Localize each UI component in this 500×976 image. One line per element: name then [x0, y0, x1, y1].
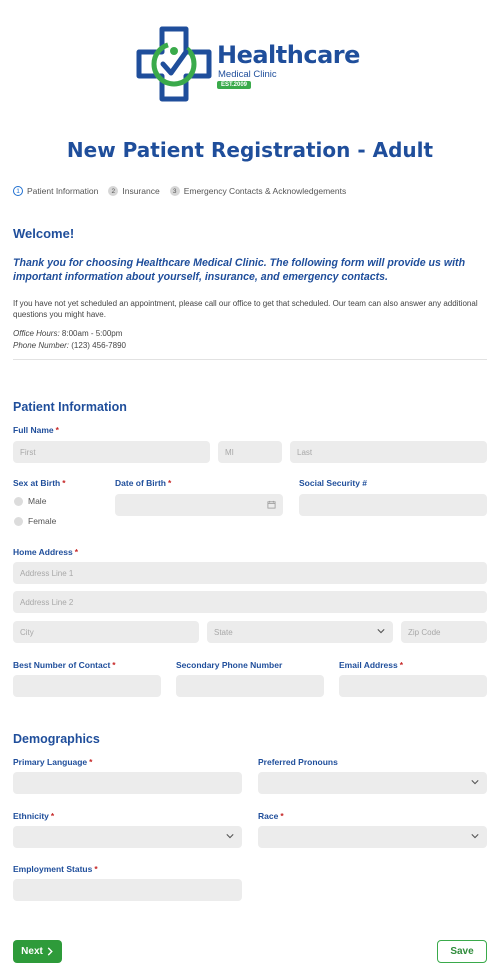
label-text: Date of Birth [115, 478, 166, 488]
step-label: Insurance [122, 186, 160, 196]
step-insurance[interactable]: 2 Insurance [108, 186, 160, 196]
label-text: Sex at Birth [13, 478, 61, 488]
middle-initial-input[interactable]: MI [218, 441, 282, 463]
step-patient-information[interactable]: 1 Patient Information [13, 186, 98, 196]
last-name-input[interactable]: Last [290, 441, 487, 463]
welcome-intro: Thank you for choosing Healthcare Medica… [13, 257, 466, 283]
radio-circle[interactable] [14, 516, 23, 526]
brand-est-badge: EST.2009 [217, 81, 252, 89]
required-mark: * [94, 864, 98, 874]
section-divider [13, 359, 487, 360]
ssn-input[interactable] [299, 494, 487, 516]
radio-label: Male [28, 496, 47, 506]
label-text: Employment Status [13, 864, 93, 874]
email-input[interactable] [339, 675, 487, 697]
best-number-label: Best Number of Contact * [13, 660, 116, 670]
preferred-pronouns-label: Preferred Pronouns [258, 757, 338, 767]
required-mark: * [74, 547, 78, 557]
phone-label: Phone Number: [13, 341, 70, 350]
required-mark: * [280, 811, 284, 821]
ssn-label: Social Security # [299, 478, 368, 488]
chevron-right-icon [47, 947, 53, 956]
office-info: Office Hours: 8:00am - 5:00pm Phone Numb… [13, 328, 126, 352]
secondary-phone-label: Secondary Phone Number [176, 660, 283, 670]
state-select[interactable]: State [207, 621, 393, 643]
label-text: Home Address [13, 547, 73, 557]
required-mark: * [399, 660, 404, 670]
chevron-down-icon [471, 834, 479, 839]
email-label: Email Address * [339, 660, 403, 670]
required-mark: * [55, 425, 59, 435]
required-mark: * [50, 811, 55, 821]
step-number: 3 [169, 186, 180, 196]
required-mark: * [62, 478, 66, 488]
next-button[interactable]: Next [13, 940, 62, 963]
brand-name: Healthcare [217, 41, 360, 69]
first-name-input[interactable]: First [13, 441, 210, 463]
step-emergency-contacts[interactable]: 3 Emergency Contacts & Acknowledgements [169, 186, 347, 196]
step-number: 2 [108, 186, 119, 196]
race-select[interactable] [258, 826, 487, 848]
ethnicity-select[interactable] [13, 826, 242, 848]
office-hours-label: Office Hours: [13, 329, 60, 338]
next-label: Next [21, 946, 43, 957]
chevron-down-icon [226, 834, 234, 839]
radio-circle[interactable] [14, 496, 23, 506]
label-text: Primary Language [13, 757, 88, 767]
welcome-note: If you have not yet scheduled an appoint… [13, 299, 478, 319]
page-title: New Patient Registration - Adult [66, 138, 434, 162]
label-text: Full Name [13, 425, 54, 435]
progress-steps: 1 Patient Information 2 Insurance 3 Emer… [13, 186, 356, 196]
phone-value: (123) 456-7890 [71, 341, 126, 350]
city-input[interactable]: City [13, 621, 199, 643]
sex-female-radio[interactable]: Female [14, 516, 56, 526]
state-placeholder: State [214, 627, 233, 637]
brand-subtitle: Medical Clinic [218, 69, 277, 80]
employment-status-input[interactable] [13, 879, 242, 901]
chevron-down-icon [471, 780, 479, 785]
chevron-down-icon [377, 629, 385, 634]
dob-input[interactable] [115, 494, 283, 516]
best-number-input[interactable] [13, 675, 161, 697]
required-mark: * [89, 757, 93, 767]
clinic-logo: Healthcare Medical Clinic EST.2009 [136, 26, 366, 102]
demographics-heading: Demographics [13, 732, 100, 746]
address-line2-input[interactable]: Address Line 2 [13, 591, 487, 613]
preferred-pronouns-select[interactable] [258, 772, 487, 794]
race-label: Race * [258, 811, 284, 821]
dob-label: Date of Birth * [115, 478, 171, 488]
step-label: Patient Information [27, 186, 99, 196]
calendar-icon[interactable] [267, 500, 276, 509]
zip-code-input[interactable]: Zip Code [401, 621, 487, 643]
label-text: Race [258, 811, 279, 821]
address-line1-input[interactable]: Address Line 1 [13, 562, 487, 584]
sex-at-birth-label: Sex at Birth * [13, 478, 66, 488]
label-text: Ethnicity [13, 811, 49, 821]
welcome-heading: Welcome! [13, 226, 75, 241]
required-mark: * [112, 660, 116, 670]
label-text: Email Address [339, 660, 398, 670]
ethnicity-label: Ethnicity * [13, 811, 54, 821]
required-mark: * [168, 478, 172, 488]
sex-male-radio[interactable]: Male [14, 496, 46, 506]
secondary-phone-input[interactable] [176, 675, 324, 697]
radio-label: Female [28, 516, 57, 526]
home-address-label: Home Address * [13, 547, 78, 557]
patient-info-heading: Patient Information [13, 400, 127, 414]
office-hours-value: 8:00am - 5:00pm [61, 329, 123, 338]
step-label: Emergency Contacts & Acknowledgements [183, 186, 347, 196]
label-text: Best Number of Contact [13, 660, 111, 670]
primary-language-label: Primary Language * [13, 757, 92, 767]
step-number: 1 [13, 186, 23, 196]
save-button[interactable]: Save [437, 940, 487, 963]
full-name-label: Full Name * [13, 425, 59, 435]
employment-status-label: Employment Status * [13, 864, 98, 874]
primary-language-input[interactable] [13, 772, 242, 794]
medical-cross-icon [136, 26, 212, 102]
